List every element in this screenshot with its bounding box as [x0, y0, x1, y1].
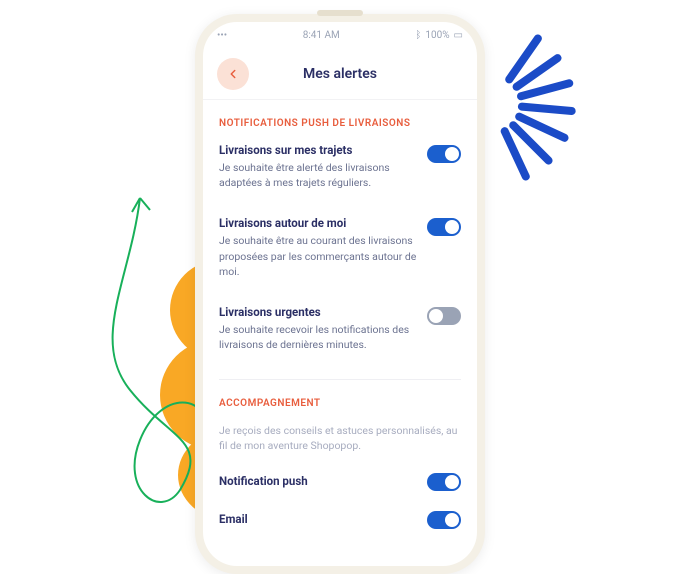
setting-row-autour: Livraisons autour de moi Je souhaite êtr…	[219, 216, 461, 279]
setting-row-email: Email	[219, 509, 461, 529]
section-divider	[219, 379, 461, 380]
setting-desc: Je souhaite être au courant des livraiso…	[219, 233, 417, 279]
setting-row-trajets: Livraisons sur mes trajets Je souhaite ê…	[219, 143, 461, 190]
status-battery: 100%	[425, 30, 449, 41]
content-scroll[interactable]: NOTIFICATIONS PUSH DE LIVRAISONS Livrais…	[203, 100, 477, 566]
status-bar: ••• 8:41 AM ᛒ 100% ▭	[203, 22, 477, 48]
toggle-urgentes[interactable]	[427, 307, 461, 325]
section-desc-accompagnement: Je reçois des conseils et astuces person…	[219, 423, 461, 453]
status-bt-icon: ᛒ	[415, 30, 421, 41]
section-label-delivery: NOTIFICATIONS PUSH DE LIVRAISONS	[219, 118, 461, 129]
setting-title: Email	[219, 512, 248, 526]
setting-title: Livraisons urgentes	[219, 305, 417, 319]
status-time: 8:41 AM	[303, 30, 340, 41]
setting-row-push: Notification push	[219, 471, 461, 491]
toggle-email[interactable]	[427, 511, 461, 529]
phone-frame: ••• 8:41 AM ᛒ 100% ▭ Mes alertes NOTIFIC…	[195, 14, 485, 574]
setting-title: Livraisons autour de moi	[219, 216, 417, 230]
status-battery-icon: ▭	[454, 30, 463, 41]
arrow-left-icon	[226, 67, 240, 81]
setting-title: Livraisons sur mes trajets	[219, 143, 417, 157]
status-signal: •••	[217, 30, 227, 41]
toggle-autour[interactable]	[427, 218, 461, 236]
setting-title: Notification push	[219, 474, 308, 488]
section-label-accompagnement: ACCOMPAGNEMENT	[219, 398, 461, 409]
setting-row-urgentes: Livraisons urgentes Je souhaite recevoir…	[219, 305, 461, 352]
screen-header: Mes alertes	[203, 48, 477, 100]
toggle-push[interactable]	[427, 473, 461, 491]
setting-desc: Je souhaite recevoir les notifications d…	[219, 322, 417, 352]
back-button[interactable]	[217, 58, 249, 90]
setting-desc: Je souhaite être alerté des livraisons a…	[219, 160, 417, 190]
toggle-trajets[interactable]	[427, 145, 461, 163]
